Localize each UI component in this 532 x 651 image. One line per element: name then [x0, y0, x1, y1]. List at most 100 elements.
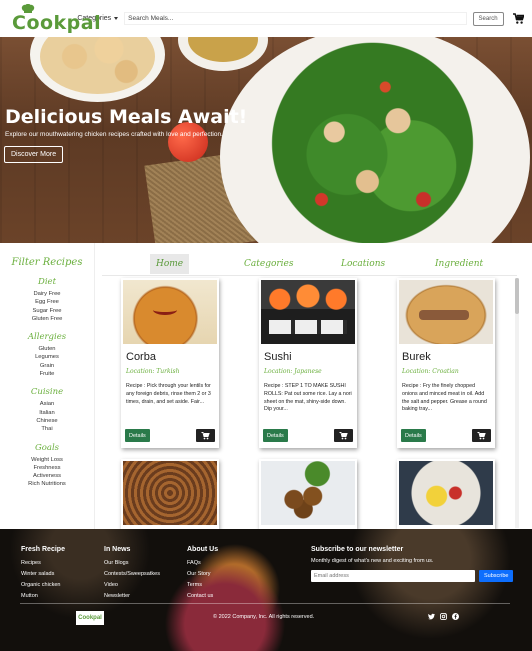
filter-item[interactable]: Gluten Free	[0, 315, 94, 323]
filter-item[interactable]: Legumes	[0, 353, 94, 361]
tab-categories[interactable]: Categories	[238, 254, 300, 274]
recipe-name: Burek	[402, 351, 431, 363]
main-content: Home Categories Locations Ingredient Cor…	[95, 243, 532, 529]
instagram-icon[interactable]	[440, 613, 447, 620]
recipe-image	[123, 461, 217, 525]
logo-text: Cookpal	[12, 11, 102, 34]
recipe-image	[261, 280, 355, 344]
content-scrollbar[interactable]	[515, 278, 519, 528]
footer-link[interactable]: Contact us	[187, 591, 218, 602]
filter-item[interactable]: Egg Free	[0, 298, 94, 306]
recipe-location: Location: Japanese	[264, 368, 322, 375]
cart-icon[interactable]	[512, 12, 524, 25]
copyright: © 2022 Company, Inc. All rights reserved…	[213, 614, 315, 620]
filter-group-allergies: Allergies Gluten Legumes Grain Fruite	[0, 332, 94, 378]
filter-group-diet: Diet Dairy Free Egg Free Sugar Free Glut…	[0, 277, 94, 323]
recipe-card	[259, 459, 357, 529]
recipe-card	[121, 459, 219, 529]
filter-item[interactable]: Activeness	[0, 472, 94, 480]
filter-sidebar: Filter Recipes Diet Dairy Free Egg Free …	[0, 243, 95, 529]
facebook-icon[interactable]	[452, 613, 459, 620]
newsletter-head: Subscribe to our newsletter	[311, 546, 404, 553]
newsletter-section: Subscribe to our newsletter Monthly dige…	[311, 546, 514, 582]
filter-title: Filter Recipes	[11, 257, 83, 268]
recipe-image-detail	[419, 310, 469, 320]
footer-link[interactable]: Winter salads	[21, 569, 65, 580]
cart-icon	[339, 431, 348, 439]
twitter-icon[interactable]	[428, 613, 435, 620]
filter-item[interactable]: Thai	[0, 425, 94, 433]
caret-down-icon	[114, 17, 119, 20]
footer-link[interactable]: Our Blogs	[104, 558, 160, 569]
filter-group-head: Allergies	[27, 332, 67, 343]
discover-more-button[interactable]: Discover More	[4, 146, 64, 163]
filter-item[interactable]: Weight Loss	[0, 456, 94, 464]
filter-item[interactable]: Fruite	[0, 370, 94, 378]
recipe-card: Burek Location: Croatian Recipe : Fry th…	[397, 278, 495, 448]
scrollbar-thumb[interactable]	[515, 278, 519, 314]
footer-column-about-us: About Us FAQs Our Story Terms Contact us	[187, 546, 218, 602]
footer-link[interactable]: FAQs	[187, 558, 218, 569]
recipe-location: Location: Croatian	[402, 368, 459, 375]
recipe-name: Sushi	[264, 351, 292, 363]
subscribe-button[interactable]: Subscribe	[479, 570, 514, 582]
search-input[interactable]	[124, 12, 467, 25]
search-button[interactable]: Search	[472, 11, 504, 26]
filter-group-head: Goals	[34, 442, 60, 453]
logo[interactable]: Cookpal	[8, 3, 101, 34]
cart-icon	[477, 431, 486, 439]
social-links	[428, 613, 459, 620]
hero-image-tomato	[168, 122, 208, 162]
footer: Fresh Recipe Recipes Winter salads Organ…	[0, 529, 532, 651]
filter-item[interactable]: Rich Nutritions	[0, 480, 94, 488]
footer-link[interactable]: Terms	[187, 580, 218, 591]
filter-item[interactable]: Dairy Free	[0, 290, 94, 298]
filter-group-cuisine: Cuisine Asian Italian Chinese Thai	[0, 387, 94, 433]
add-to-cart-button[interactable]	[196, 429, 215, 442]
cart-icon	[201, 431, 210, 439]
recipe-image	[399, 461, 493, 525]
email-input[interactable]	[311, 570, 475, 582]
tab-bar: Home Categories Locations Ingredient	[102, 251, 517, 276]
filter-item[interactable]: Chinese	[0, 417, 94, 425]
tab-home[interactable]: Home	[150, 254, 190, 274]
footer-column-fresh-recipe: Fresh Recipe Recipes Winter salads Organ…	[21, 546, 65, 602]
footer-link[interactable]: Recipes	[21, 558, 65, 569]
footer-link[interactable]: Contests/Sweepsatkes	[104, 569, 160, 580]
navbar: Cookpal Categories Search	[0, 0, 532, 37]
footer-link[interactable]: Our Story	[187, 569, 218, 580]
filter-group-head: Diet	[38, 277, 56, 287]
details-button[interactable]: Details	[125, 429, 150, 442]
newsletter-form: Subscribe	[311, 570, 514, 582]
footer-column-head: In News	[104, 546, 131, 553]
recipe-description: Recipe : Fry the finely chopped onions a…	[402, 383, 487, 413]
filter-item[interactable]: Grain	[0, 362, 94, 370]
hero-subtitle: Explore our mouthwatering chicken recipe…	[5, 131, 223, 138]
footer-column-head: Fresh Recipe	[21, 546, 65, 553]
filter-item[interactable]: Freshness	[0, 464, 94, 472]
details-button[interactable]: Details	[401, 429, 426, 442]
add-to-cart-button[interactable]	[334, 429, 353, 442]
recipe-card: Corba Location: Turkish Recipe : Pick th…	[121, 278, 219, 448]
filter-item[interactable]: Gluten	[0, 345, 94, 353]
add-to-cart-button[interactable]	[472, 429, 491, 442]
footer-column-head: About Us	[187, 546, 219, 553]
footer-link[interactable]: Mutton	[21, 591, 65, 602]
recipe-card: Sushi Location: Japanese Recipe : STEP 1…	[259, 278, 357, 448]
filter-item[interactable]: Asian	[0, 400, 94, 408]
details-button[interactable]: Details	[263, 429, 288, 442]
recipe-card	[397, 459, 495, 529]
recipe-image	[399, 280, 493, 344]
hero-title: Delicious Meals Await!	[5, 106, 248, 128]
footer-link[interactable]: Video	[104, 580, 160, 591]
hero-banner: Delicious Meals Await! Explore our mouth…	[0, 37, 532, 243]
filter-item[interactable]: Sugar Free	[0, 307, 94, 315]
footer-link[interactable]: Newsletter	[104, 591, 160, 602]
footer-link[interactable]: Organic chicken	[21, 580, 65, 591]
recipe-image-detail	[153, 305, 177, 315]
tab-ingredient[interactable]: Ingredient	[429, 254, 489, 274]
tab-locations[interactable]: Locations	[335, 254, 391, 274]
filter-group-goals: Goals Weight Loss Freshness Activeness R…	[0, 443, 94, 489]
footer-logo[interactable]: Cookpal	[76, 611, 104, 625]
filter-item[interactable]: Italian	[0, 409, 94, 417]
